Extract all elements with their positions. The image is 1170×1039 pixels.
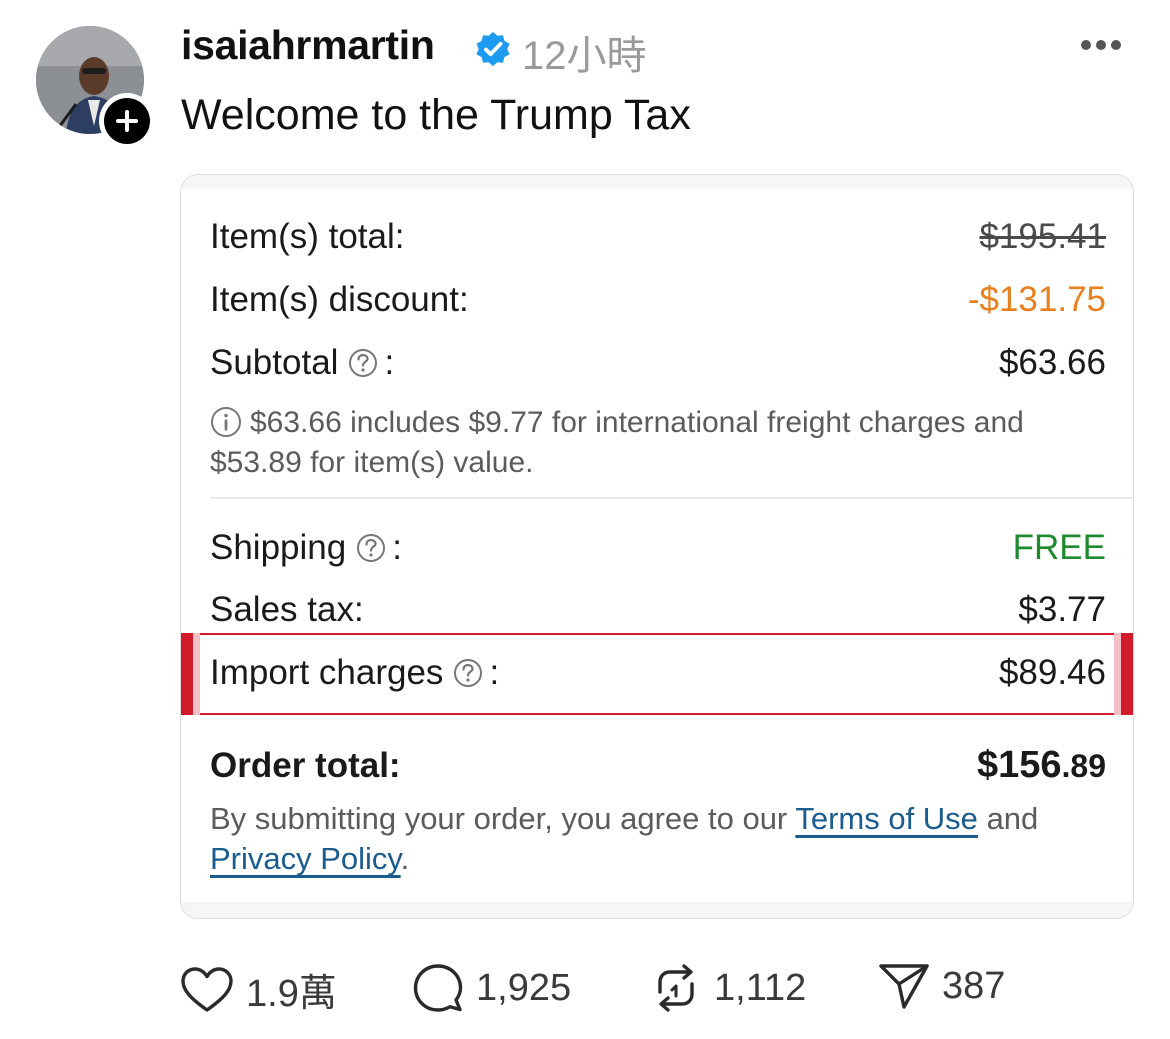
help-icon[interactable] (453, 658, 483, 688)
subtotal-note: $63.66 includes $9.77 for international … (210, 403, 1090, 483)
share-count: 387 (942, 964, 1006, 1007)
terms-of-use-link[interactable]: Terms of Use (795, 801, 978, 836)
username[interactable]: isaiahrmartin (181, 22, 435, 69)
like-count: 1.9萬 (246, 973, 337, 1015)
order-total-value: $156.89 (977, 744, 1106, 787)
items-discount-value: -$131.75 (967, 280, 1106, 319)
import-value: $89.46 (998, 653, 1106, 692)
subtotal-note-text: $63.66 includes $9.77 for international … (210, 406, 1024, 479)
receipt-image[interactable]: Item(s) total: $195.41 Item(s) discount:… (180, 174, 1134, 919)
items-discount-label: Item(s) discount: (210, 280, 469, 319)
highlight-edge (1121, 633, 1133, 715)
image-edge (181, 902, 1133, 918)
legal-notice: By submitting your order, you agree to o… (210, 799, 1120, 879)
subtotal-row-label: Subtotal: (210, 343, 394, 383)
legal-and: and (986, 801, 1039, 836)
comment-icon (413, 964, 463, 1012)
subtotal-colon: : (384, 343, 395, 382)
sales-tax-value: $3.77 (1018, 590, 1106, 629)
items-total-value: $195.41 (979, 217, 1106, 256)
shipping-value: FREE (1012, 528, 1106, 567)
verified-badge-icon (476, 31, 510, 67)
items-total-label: Item(s) total: (210, 217, 405, 256)
image-edge (181, 175, 1133, 189)
subtotal-value: $63.66 (998, 343, 1106, 382)
more-icon[interactable] (1080, 38, 1122, 52)
heart-icon (181, 966, 233, 1012)
plus-icon (116, 110, 138, 132)
sales-tax-label: Sales tax: (210, 590, 364, 629)
repost-count: 1,112 (714, 966, 807, 1009)
highlight-edge (193, 633, 200, 715)
shipping-row-label: Shipping: (210, 528, 402, 568)
share-button[interactable]: 387 (878, 962, 1005, 1010)
follow-button[interactable] (99, 93, 155, 149)
subtotal-label: Subtotal (210, 343, 339, 382)
repost-icon (658, 964, 694, 1012)
import-label: Import charges (210, 653, 444, 692)
import-colon: : (489, 653, 500, 692)
help-icon[interactable] (356, 533, 386, 563)
reply-count: 1,925 (476, 966, 572, 1009)
post-timestamp: 12小時 (522, 34, 647, 78)
help-icon[interactable] (348, 348, 378, 378)
divider (210, 497, 1133, 499)
repost-button[interactable]: 1,112 (650, 962, 806, 1014)
info-icon (211, 407, 241, 438)
order-total-cents: .89 (1061, 748, 1106, 784)
like-button[interactable]: 1.9萬 (180, 962, 337, 1017)
order-total-label: Order total: (210, 746, 401, 785)
highlight-edge (1114, 633, 1121, 715)
legal-prefix: By submitting your order, you agree to o… (210, 801, 788, 836)
import-row-label: Import charges: (210, 653, 499, 693)
legal-suffix: . (400, 841, 410, 876)
privacy-policy-link[interactable]: Privacy Policy (210, 841, 401, 876)
shipping-label: Shipping (210, 528, 347, 567)
highlight-edge (181, 633, 193, 715)
post-text: Welcome to the Trump Tax (181, 91, 691, 139)
send-icon (879, 964, 929, 1009)
shipping-colon: : (392, 528, 402, 567)
order-total-dollars: $156 (976, 744, 1062, 786)
reply-button[interactable]: 1,925 (412, 962, 571, 1014)
